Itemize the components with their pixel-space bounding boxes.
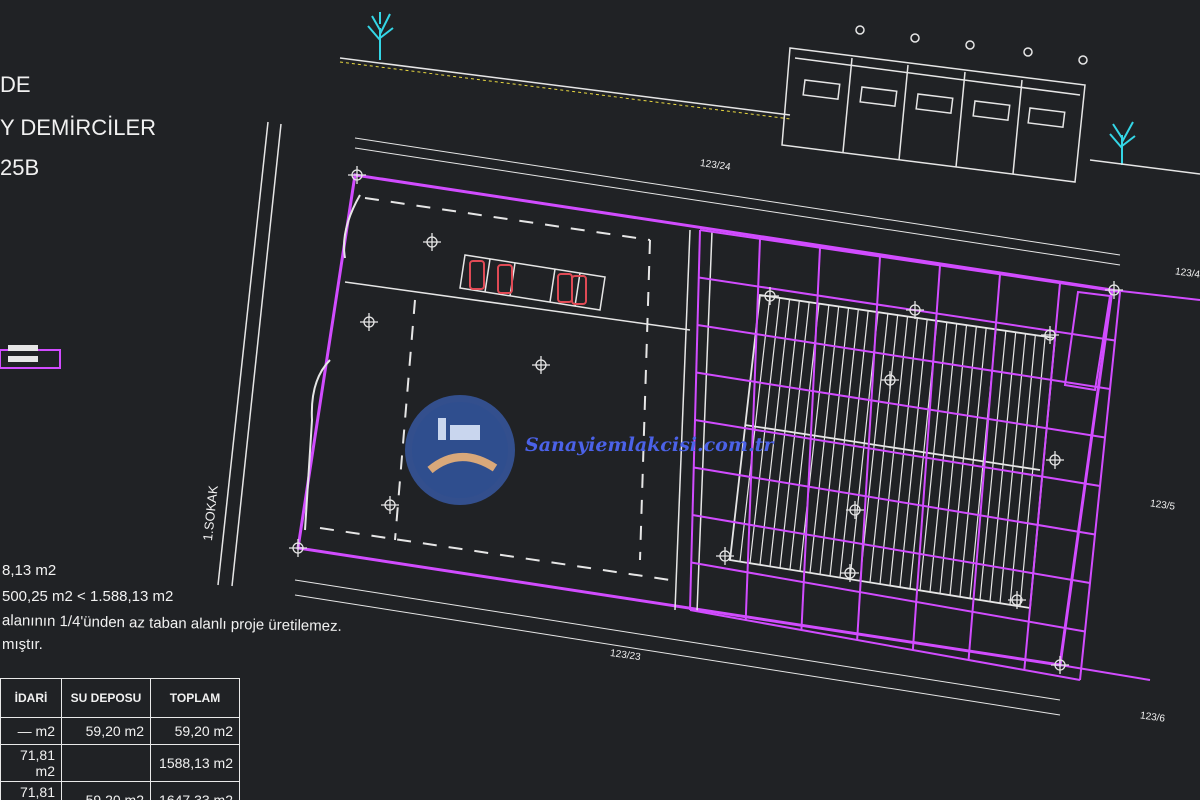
setback-lines [344,229,713,613]
annex-structure [1063,290,1112,392]
car-icons [469,260,587,305]
site-plan-drawing [0,12,1200,716]
ground-line [339,57,791,116]
watermark-logo-icon [405,395,515,505]
street-lines [217,121,282,587]
watermark-text: Sanayiemlakcisi.com.tr [525,434,774,456]
ground-line-right [1089,159,1200,175]
tree-left-icon [367,12,394,60]
ground-line-yellow [339,61,791,120]
dimension-top [354,137,1121,266]
building-elevation [781,25,1088,183]
grid-axis-horizontal [699,229,1121,293]
tree-right-icon [1109,121,1136,165]
legend-symbol [0,345,61,369]
driveway-curve-left [304,359,331,531]
cad-screen: DE Y DEMİRCİLER 25B 8,13 m2 500,25 m2 < … [0,0,1200,800]
driveway-dashes [319,197,671,581]
